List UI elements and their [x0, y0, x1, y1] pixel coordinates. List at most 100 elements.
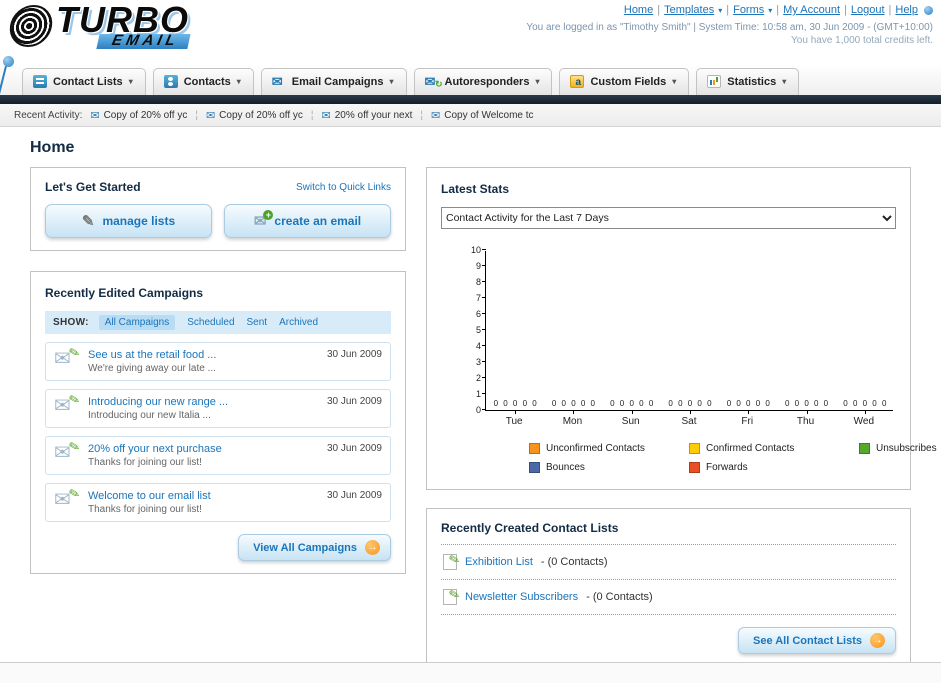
legend-item-confirmed-contacts: Confirmed Contacts — [689, 443, 859, 454]
header-link-my-account[interactable]: My Account — [783, 4, 840, 16]
legend-label: Forwards — [706, 462, 748, 473]
recent-activity-item[interactable]: Copy of Welcome tc — [431, 109, 533, 122]
y-tick-label: 0 — [475, 405, 481, 415]
campaign-row[interactable]: 20% off your next purchase Thanks for joi… — [45, 436, 391, 475]
recent-activity-text: Copy of 20% off yc — [219, 109, 303, 121]
header-link-home[interactable]: Home — [624, 4, 653, 16]
activity-separator: ¦ — [420, 109, 423, 121]
main-nav-tabs: Contact Lists▾Contacts▾Email Campaigns▾A… — [0, 64, 941, 95]
campaign-title-link[interactable]: 20% off your next purchase — [88, 443, 317, 455]
envelope-plus-icon — [254, 210, 273, 230]
contact-list-row[interactable]: Newsletter Subscribers - (0 Contacts) — [441, 580, 896, 615]
see-all-contact-lists-label: See All Contact Lists — [752, 634, 862, 647]
x-axis-label-tue: Tue — [505, 416, 523, 427]
login-info: You are logged in as "Timothy Smith" | S… — [526, 22, 933, 33]
legend-swatch — [529, 443, 540, 454]
zero-value-labels: 0 0 0 0 0 — [493, 399, 537, 408]
campaign-title-link[interactable]: Welcome to our email list — [88, 490, 317, 502]
chart-group-fri: 0 0 0 0 0 — [719, 251, 777, 410]
chevron-down-icon: ▾ — [768, 5, 773, 15]
autoresponders-icon — [425, 75, 443, 91]
contact-list-link[interactable]: Newsletter Subscribers — [465, 591, 578, 603]
logo-swirl-icon — [7, 5, 55, 48]
recent-activity-text: Copy of 20% off yc — [103, 109, 188, 121]
manage-lists-label: manage lists — [102, 214, 176, 228]
credits-info: You have 1,000 total credits left. — [791, 35, 933, 46]
tab-autoresponders[interactable]: Autoresponders ▾ — [413, 68, 553, 95]
zero-value-labels: 0 0 0 0 0 — [726, 399, 770, 408]
campaign-row[interactable]: See us at the retail food ... We're givin… — [45, 342, 391, 381]
email-campaigns-icon — [272, 75, 286, 88]
campaign-row[interactable]: Welcome to our email list Thanks for join… — [45, 483, 391, 522]
legend-label: Bounces — [546, 462, 585, 473]
turbo-email-logo[interactable]: TURBO EMAIL — [7, 1, 191, 49]
recent-activity-item[interactable]: Copy of 20% off yc — [90, 109, 188, 122]
campaign-info: 20% off your next purchase Thanks for joi… — [88, 443, 317, 468]
recent-activity-items: Copy of 20% off yc ¦ Copy of 20% off yc ¦ 20… — [90, 109, 534, 122]
link-separator: | — [844, 4, 847, 16]
chart-y-axis: 0 1 2 3 4 5 6 7 8 9 10 — [469, 245, 485, 415]
y-tick-label: 8 — [475, 277, 481, 287]
recent-activity-item[interactable]: 20% off your next — [322, 109, 413, 122]
zero-value-labels: 0 0 0 0 0 — [551, 399, 595, 408]
create-email-button[interactable]: create an email — [224, 204, 391, 238]
header-link-help[interactable]: Help — [895, 4, 918, 16]
tab-label: Autoresponders — [444, 75, 530, 88]
legend-item-bounces: Bounces — [529, 462, 689, 473]
filter-archived[interactable]: Archived — [279, 317, 318, 328]
campaign-envelope-pencil-icon — [54, 346, 78, 371]
tab-statistics[interactable]: Statistics ▾ — [696, 68, 800, 95]
latest-stats-title: Latest Stats — [441, 182, 510, 196]
campaign-title-link[interactable]: See us at the retail food ... — [88, 349, 317, 361]
y-tick-label: 5 — [475, 325, 481, 335]
see-all-contact-lists-button[interactable]: See All Contact Lists — [737, 627, 896, 654]
y-tick-label: 2 — [475, 373, 481, 383]
recent-activity-item[interactable]: Copy of 20% off yc — [206, 109, 303, 122]
campaign-list: See us at the retail food ... We're givin… — [45, 342, 391, 522]
filter-scheduled[interactable]: Scheduled — [187, 317, 234, 328]
chevron-down-icon: ▾ — [535, 77, 540, 86]
manage-lists-button[interactable]: manage lists — [45, 204, 212, 238]
filter-sent[interactable]: Sent — [247, 317, 268, 328]
chevron-down-icon: ▾ — [672, 77, 677, 86]
header-link-forms[interactable]: Forms — [733, 4, 764, 16]
campaign-info: Welcome to our email list Thanks for join… — [88, 490, 317, 515]
envelope-icon — [431, 109, 440, 122]
campaign-row[interactable]: Introducing our new range ... Introducing… — [45, 389, 391, 428]
x-tick-mark — [515, 410, 517, 414]
x-tick-mark — [806, 410, 808, 414]
filter-all-campaigns[interactable]: All Campaigns — [98, 315, 176, 330]
campaign-description: Thanks for joining our list! — [88, 457, 202, 468]
y-tick-label: 3 — [475, 357, 481, 367]
nav-divider-bar — [0, 95, 941, 104]
switch-quick-links-link[interactable]: Switch to Quick Links — [296, 182, 391, 193]
tab-contacts[interactable]: Contacts ▾ — [152, 68, 254, 95]
chart-group-mon: 0 0 0 0 0 — [544, 251, 602, 410]
chart-group-sat: 0 0 0 0 0 — [661, 251, 719, 410]
tab-contact-lists[interactable]: Contact Lists ▾ — [22, 68, 146, 95]
campaigns-title: Recently Edited Campaigns — [45, 286, 204, 300]
campaign-filter-bar: SHOW: All Campaigns Scheduled Sent Archived — [45, 311, 391, 334]
recent-activity-text: 20% off your next — [334, 109, 413, 121]
y-tick-label: 10 — [470, 245, 481, 255]
header-link-templates[interactable]: Templates — [664, 4, 714, 16]
y-tick-label: 1 — [475, 389, 481, 399]
view-all-campaigns-button[interactable]: View All Campaigns — [238, 534, 391, 561]
campaign-info: Introducing our new range ... Introducing… — [88, 396, 317, 421]
statistics-icon — [707, 75, 722, 88]
header-link-logout[interactable]: Logout — [851, 4, 885, 16]
contact-list-row[interactable]: Exhibition List - (0 Contacts) — [441, 545, 896, 580]
contact-lists-title: Recently Created Contact Lists — [441, 521, 896, 545]
tab-email-campaigns[interactable]: Email Campaigns ▾ — [260, 68, 407, 95]
contact-list-link[interactable]: Exhibition List — [465, 556, 533, 568]
header: TURBO EMAIL Home | Templates ▾ | Forms ▾ | My Ac… — [0, 0, 941, 107]
x-axis-label-thu: Thu — [796, 416, 815, 427]
campaign-title-link[interactable]: Introducing our new range ... — [88, 396, 317, 408]
x-axis-label-wed: Wed — [853, 416, 875, 427]
stats-period-select[interactable]: Contact Activity for the Last 7 Days — [441, 207, 896, 229]
x-axis-label-sun: Sun — [621, 416, 640, 427]
chart-group-sun: 0 0 0 0 0 — [603, 251, 661, 410]
contact-lists-icon — [33, 75, 47, 88]
right-column: Latest Stats Contact Activity for the La… — [426, 167, 937, 667]
tab-custom-fields[interactable]: Custom Fields ▾ — [559, 68, 690, 95]
